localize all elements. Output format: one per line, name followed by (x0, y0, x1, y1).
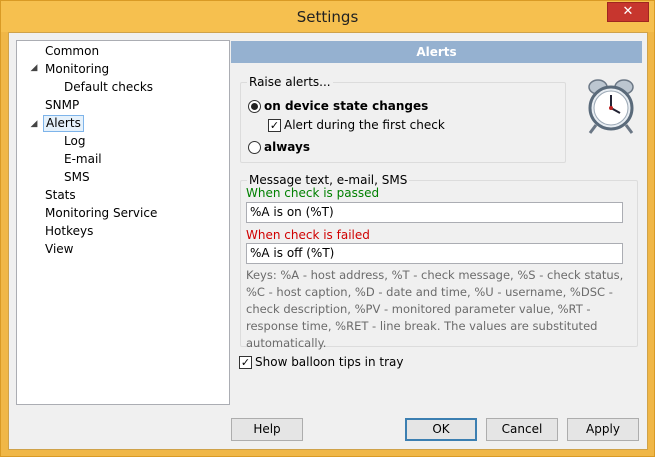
close-button[interactable]: ✕ (607, 2, 649, 22)
panel-header: Alerts (231, 41, 642, 63)
tree-item-hotkeys[interactable]: Hotkeys (43, 223, 95, 240)
ok-button[interactable]: OK (405, 418, 477, 441)
passed-label: When check is passed (246, 186, 380, 200)
always-label[interactable]: always (264, 140, 310, 154)
tree-item-monitoring-service[interactable]: Monitoring Service (43, 205, 159, 222)
passed-message-input[interactable]: %A is on (%T) (246, 202, 623, 223)
tree-item-email[interactable]: E-mail (62, 151, 104, 168)
radio-on-state-change[interactable] (248, 100, 261, 113)
first-check-checkbox[interactable]: ✓ (268, 119, 281, 132)
title-bar[interactable]: Settings ✕ (1, 1, 654, 32)
cancel-button[interactable]: Cancel (486, 418, 558, 441)
tree-item-common[interactable]: Common (43, 43, 101, 60)
raise-alerts-legend: Raise alerts... (249, 75, 331, 89)
tree-item-stats[interactable]: Stats (43, 187, 78, 204)
tree-item-alerts[interactable]: Alerts (43, 115, 84, 132)
balloon-tips-label[interactable]: Show balloon tips in tray (255, 355, 404, 369)
radio-always[interactable] (248, 141, 261, 154)
tree-item-view[interactable]: View (43, 241, 75, 258)
failed-message-input[interactable]: %A is off (%T) (246, 243, 623, 264)
alarm-clock-icon (588, 79, 634, 134)
failed-label: When check is failed (246, 228, 370, 242)
message-text-legend: Message text, e-mail, SMS (249, 173, 408, 187)
settings-tree[interactable]: Common ◢ Monitoring Default checks SNMP … (16, 40, 230, 405)
keys-help-text: Keys: %A - host address, %T - check mess… (246, 268, 624, 350)
close-icon: ✕ (622, 4, 634, 19)
expander-icon[interactable]: ◢ (29, 119, 39, 129)
first-check-label[interactable]: Alert during the first check (284, 118, 445, 132)
settings-client-area: Common ◢ Monitoring Default checks SNMP … (8, 32, 648, 450)
apply-button[interactable]: Apply (567, 418, 639, 441)
window-title: Settings (296, 8, 359, 26)
tree-item-sms[interactable]: SMS (62, 169, 92, 186)
help-button[interactable]: Help (231, 418, 303, 441)
on-state-change-label[interactable]: on device state changes (264, 99, 428, 113)
tree-item-log[interactable]: Log (62, 133, 87, 150)
tree-item-default-checks[interactable]: Default checks (62, 79, 155, 96)
tree-item-snmp[interactable]: SNMP (43, 97, 81, 114)
balloon-tips-checkbox[interactable]: ✓ (239, 356, 252, 369)
tree-item-monitoring[interactable]: Monitoring (43, 61, 111, 78)
settings-window: Settings ✕ Common ◢ Monitoring Default c… (0, 0, 655, 457)
expander-icon[interactable]: ◢ (29, 63, 39, 73)
